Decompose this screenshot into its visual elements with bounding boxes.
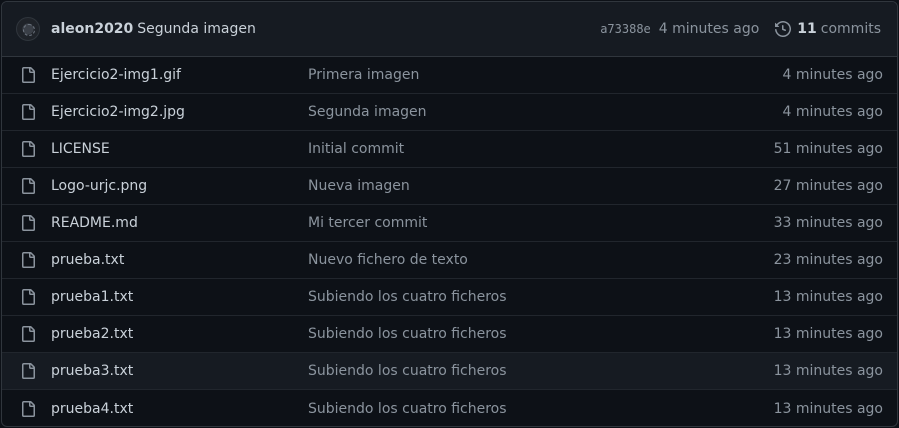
file-icon bbox=[20, 326, 36, 342]
file-commit-time: 27 minutes ago bbox=[773, 178, 883, 194]
history-icon bbox=[775, 21, 792, 37]
file-name-link[interactable]: README.md bbox=[51, 215, 308, 231]
file-icon bbox=[20, 215, 36, 231]
file-commit-time: 51 minutes ago bbox=[773, 141, 883, 157]
file-commit-time: 13 minutes ago bbox=[773, 289, 883, 305]
file-commit-time: 4 minutes ago bbox=[782, 67, 883, 83]
commits-label: commits bbox=[820, 21, 881, 37]
file-row[interactable]: prueba.txt Nuevo fichero de texto 23 min… bbox=[2, 242, 897, 279]
file-commit-message-link[interactable]: Subiendo los cuatro ficheros bbox=[308, 326, 774, 342]
file-commit-message-link[interactable]: Mi tercer commit bbox=[308, 215, 774, 231]
file-commit-message-link[interactable]: Subiendo los cuatro ficheros bbox=[308, 289, 774, 305]
file-commit-time: 4 minutes ago bbox=[782, 104, 883, 120]
file-name-link[interactable]: Ejercicio2-img1.gif bbox=[51, 67, 308, 83]
file-row[interactable]: prueba2.txt Subiendo los cuatro ficheros… bbox=[2, 316, 897, 353]
file-commit-time: 23 minutes ago bbox=[773, 252, 883, 268]
avatar[interactable] bbox=[16, 17, 40, 41]
file-commit-message-link[interactable]: Subiendo los cuatro ficheros bbox=[308, 401, 774, 417]
file-row[interactable]: LICENSE Initial commit 51 minutes ago bbox=[2, 131, 897, 168]
file-name-link[interactable]: prueba4.txt bbox=[51, 401, 308, 417]
file-commit-message-link[interactable]: Nuevo fichero de texto bbox=[308, 252, 774, 268]
file-commit-message-link[interactable]: Nueva imagen bbox=[308, 178, 774, 194]
file-name-link[interactable]: LICENSE bbox=[51, 141, 308, 157]
file-row[interactable]: prueba1.txt Subiendo los cuatro ficheros… bbox=[2, 279, 897, 316]
file-row[interactable]: README.md Mi tercer commit 33 minutes ag… bbox=[2, 205, 897, 242]
file-name-link[interactable]: Logo-urjc.png bbox=[51, 178, 308, 194]
file-list: Ejercicio2-img1.gif Primera imagen 4 min… bbox=[2, 57, 897, 426]
file-name-link[interactable]: prueba3.txt bbox=[51, 363, 308, 379]
file-commit-time: 13 minutes ago bbox=[773, 400, 883, 417]
file-commit-time: 13 minutes ago bbox=[773, 363, 883, 379]
file-row[interactable]: Ejercicio2-img1.gif Primera imagen 4 min… bbox=[2, 57, 897, 94]
file-commit-message-link[interactable]: Subiendo los cuatro ficheros bbox=[308, 363, 774, 379]
file-icon bbox=[20, 104, 36, 120]
file-row[interactable]: prueba3.txt Subiendo los cuatro ficheros… bbox=[2, 353, 897, 390]
commits-history-link[interactable]: 11 commits bbox=[775, 21, 881, 37]
file-row[interactable]: prueba4.txt Subiendo los cuatro ficheros… bbox=[2, 390, 897, 426]
file-icon bbox=[20, 400, 36, 417]
file-icon bbox=[20, 289, 36, 305]
commit-author-link[interactable]: aleon2020 bbox=[51, 21, 133, 37]
file-row[interactable]: Ejercicio2-img2.jpg Segunda imagen 4 min… bbox=[2, 94, 897, 131]
file-icon bbox=[20, 252, 36, 268]
file-icon bbox=[20, 67, 36, 83]
commits-count: 11 bbox=[797, 21, 817, 37]
file-icon bbox=[20, 363, 36, 379]
commit-message-link[interactable]: Segunda imagen bbox=[137, 21, 256, 37]
file-browser: aleon2020 Segunda imagen a73388e 4 minut… bbox=[1, 1, 898, 427]
file-name-link[interactable]: prueba1.txt bbox=[51, 289, 308, 305]
file-commit-message-link[interactable]: Primera imagen bbox=[308, 67, 782, 83]
file-commit-message-link[interactable]: Segunda imagen bbox=[308, 104, 782, 120]
file-icon bbox=[20, 141, 36, 157]
file-icon bbox=[20, 178, 36, 194]
commit-sha-link[interactable]: a73388e bbox=[600, 22, 651, 36]
file-commit-time: 33 minutes ago bbox=[773, 215, 883, 231]
file-commit-time: 13 minutes ago bbox=[773, 326, 883, 342]
file-name-link[interactable]: prueba.txt bbox=[51, 252, 308, 268]
latest-commit-bar: aleon2020 Segunda imagen a73388e 4 minut… bbox=[2, 2, 897, 57]
file-row[interactable]: Logo-urjc.png Nueva imagen 27 minutes ag… bbox=[2, 168, 897, 205]
file-commit-message-link[interactable]: Initial commit bbox=[308, 141, 774, 157]
file-name-link[interactable]: prueba2.txt bbox=[51, 326, 308, 342]
file-name-link[interactable]: Ejercicio2-img2.jpg bbox=[51, 104, 308, 120]
commit-time: 4 minutes ago bbox=[658, 21, 760, 37]
